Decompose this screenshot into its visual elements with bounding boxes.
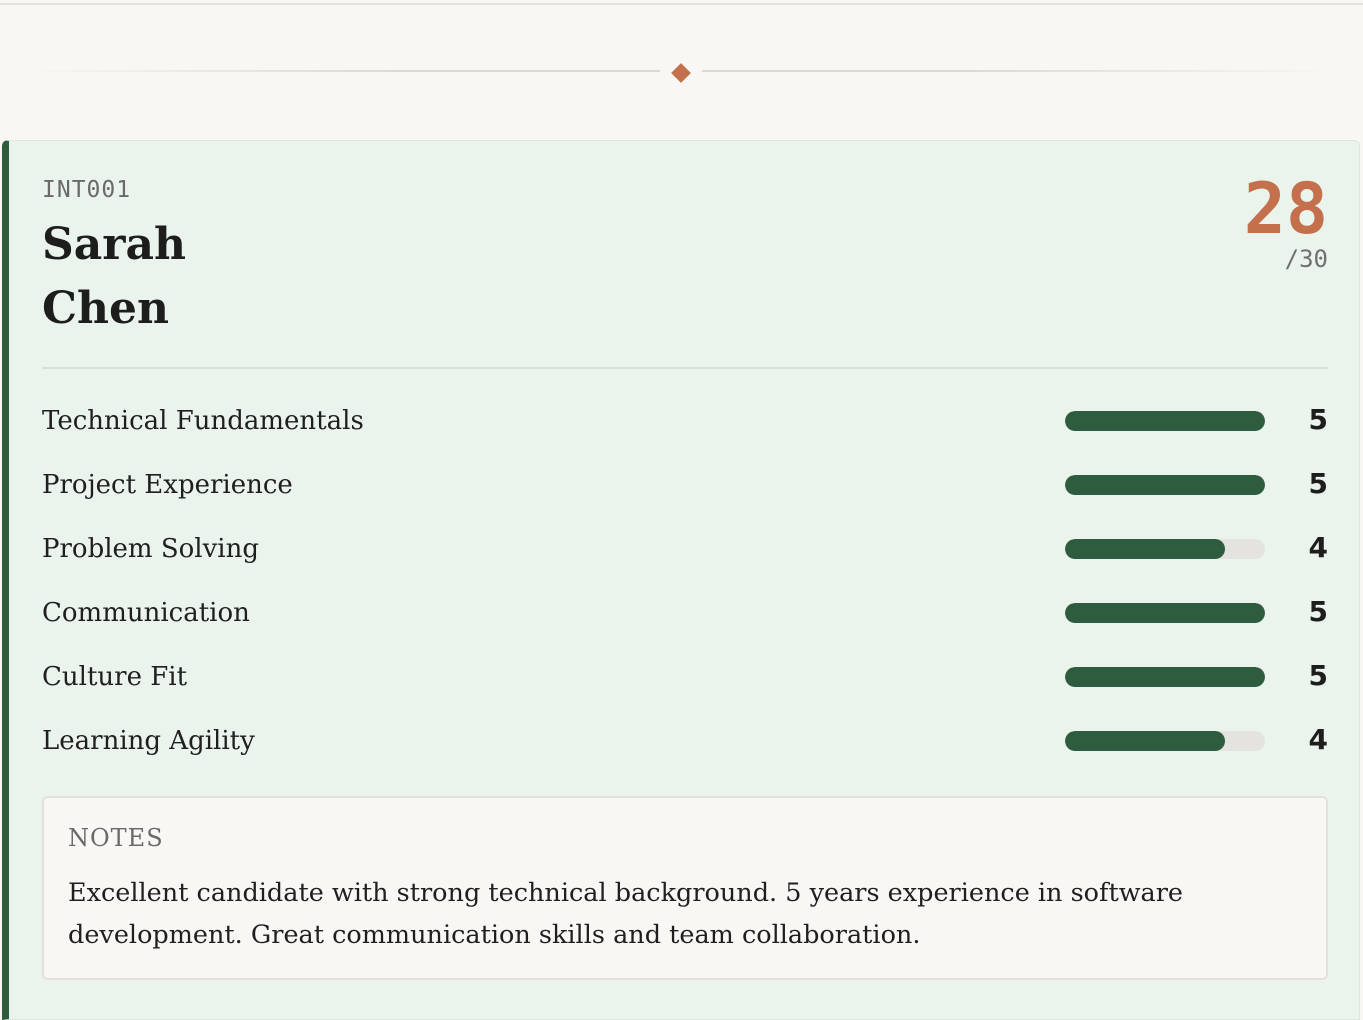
divider-line-left — [20, 70, 660, 72]
criterion-label: Technical Fundamentals — [42, 406, 364, 436]
card-header: INT001 Sarah Chen 28 /30 — [42, 168, 1328, 369]
criterion-bar — [1065, 475, 1265, 495]
criterion-row: Problem Solving 4 — [42, 517, 1328, 581]
criterion-bar — [1065, 411, 1265, 431]
candidate-first-name: Sarah — [42, 219, 186, 270]
criterion-label: Learning Agility — [42, 726, 255, 756]
criterion-row: Technical Fundamentals 5 — [42, 389, 1328, 453]
criterion-row: Learning Agility 4 — [42, 709, 1328, 773]
candidate-last-name: Chen — [42, 283, 169, 334]
criterion-bar-fill — [1065, 411, 1265, 431]
criterion-label: Culture Fit — [42, 662, 188, 692]
candidate-card[interactable]: INT001 Sarah Chen 28 /30 Technical Funda… — [2, 140, 1360, 1020]
criterion-score: 5 — [1308, 659, 1328, 692]
criterion-label: Project Experience — [42, 470, 293, 500]
notes-panel: NOTES Excellent candidate with strong te… — [42, 796, 1328, 980]
criterion-score: 4 — [1308, 531, 1328, 564]
criterion-bar-fill — [1065, 667, 1265, 687]
criterion-bar — [1065, 731, 1265, 751]
criterion-bar-fill — [1065, 603, 1265, 623]
diamond-icon — [671, 63, 691, 83]
criterion-bar — [1065, 667, 1265, 687]
notes-text: Excellent candidate with strong technica… — [68, 878, 1184, 950]
candidate-name: Sarah Chen — [42, 213, 362, 341]
criterion-label: Problem Solving — [42, 534, 260, 564]
criterion-score: 5 — [1308, 595, 1328, 628]
criterion-row: Project Experience 5 — [42, 453, 1328, 517]
criterion-bar-fill — [1065, 475, 1265, 495]
criterion-score: 5 — [1308, 403, 1328, 436]
criterion-label: Communication — [42, 598, 250, 628]
candidate-id: INT001 — [42, 177, 132, 203]
criterion-row: Communication 5 — [42, 581, 1328, 645]
score-value: 28 — [1243, 168, 1328, 250]
section-divider — [0, 3, 1363, 140]
notes-title: NOTES — [68, 824, 164, 852]
criterion-bar-fill — [1065, 731, 1225, 751]
criterion-bar — [1065, 603, 1265, 623]
divider-line-right — [702, 70, 1342, 72]
criterion-bar-fill — [1065, 539, 1225, 559]
criterion-bar — [1065, 539, 1265, 559]
criterion-row: Culture Fit 5 — [42, 645, 1328, 709]
total-score: 28 /30 — [1244, 167, 1328, 273]
criterion-score: 4 — [1308, 723, 1328, 756]
criteria-list: Technical Fundamentals 5 Project Experie… — [42, 389, 1328, 773]
criterion-score: 5 — [1308, 467, 1328, 500]
